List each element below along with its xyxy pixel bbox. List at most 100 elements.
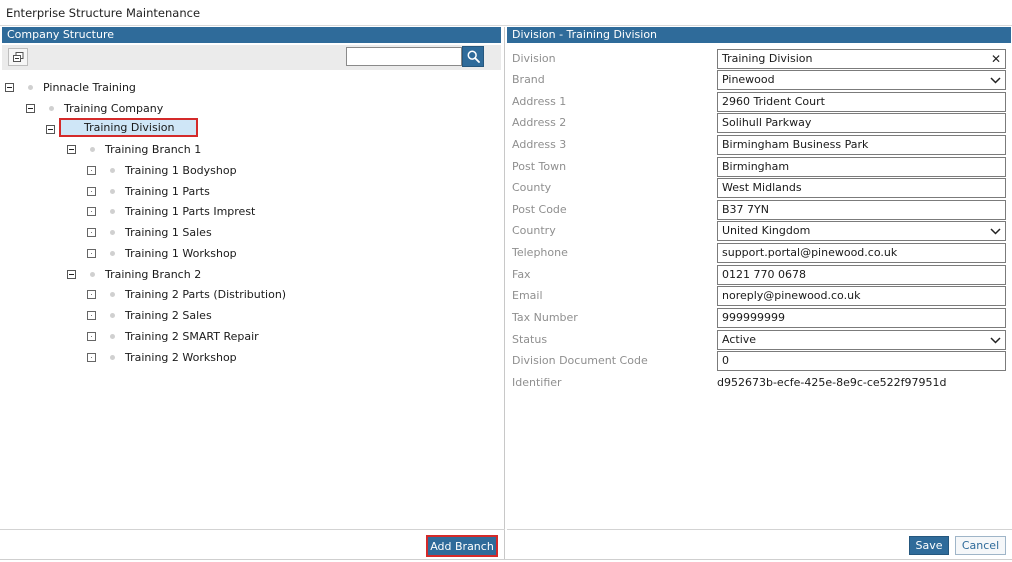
email-field[interactable]: noreply@pinewood.co.uk	[717, 286, 1006, 306]
tree-search-button[interactable]	[462, 46, 484, 67]
title-divider	[0, 25, 1012, 26]
form-row-brand: Brand Pinewood	[507, 70, 1007, 91]
form-row-post-code: Post Code B37 7YN	[507, 200, 1007, 221]
tree-connector-icon	[110, 229, 115, 235]
tree-node-training-1-parts[interactable]: Training 1 Parts	[87, 181, 210, 201]
status-select[interactable]: Active	[717, 330, 1006, 350]
tree-node-training-1-workshop[interactable]: Training 1 Workshop	[87, 243, 237, 263]
tree-node-training-2-sales[interactable]: Training 2 Sales	[87, 305, 212, 325]
tree-connector-icon	[49, 105, 54, 111]
tree-node-label: Training 1 Parts Imprest	[125, 204, 256, 218]
tree-search-input[interactable]	[346, 47, 462, 66]
tree-connector-icon	[110, 312, 115, 318]
county-field[interactable]: West Midlands	[717, 178, 1006, 198]
leaf-node-icon	[87, 186, 96, 196]
tree-connector-icon	[110, 167, 115, 173]
company-structure-pane: Company Structure Pinnacle Training Trai…	[0, 27, 505, 560]
left-footer: Add Branch	[0, 529, 505, 560]
leaf-node-icon	[87, 165, 96, 175]
tree-node-pinnacle-training[interactable]: Pinnacle Training	[5, 77, 136, 97]
tree-connector-icon	[110, 250, 115, 256]
county-label: County	[512, 181, 552, 194]
collapse-node-icon[interactable]	[67, 144, 76, 154]
address-1-label: Address 1	[512, 95, 567, 108]
collapse-node-icon[interactable]	[67, 269, 76, 279]
form-row-division-document-code: Division Document Code 0	[507, 351, 1007, 372]
leaf-node-icon	[87, 331, 96, 341]
collapse-all-button[interactable]	[8, 48, 28, 66]
tree-node-training-2-parts-distribution[interactable]: Training 2 Parts (Distribution)	[87, 284, 286, 304]
tree-connector-icon	[110, 208, 115, 214]
tax-number-label: Tax Number	[512, 311, 578, 324]
address-3-label: Address 3	[512, 138, 567, 151]
address-2-label: Address 2	[512, 116, 567, 129]
form-row-status: Status Active	[507, 330, 1007, 351]
tree-node-label: Training Branch 1	[105, 142, 202, 156]
collapse-node-icon[interactable]	[46, 124, 55, 134]
cancel-button[interactable]: Cancel	[955, 536, 1006, 555]
brand-select[interactable]: Pinewood	[717, 70, 1006, 90]
tree-node-training-1-bodyshop[interactable]: Training 1 Bodyshop	[87, 160, 237, 180]
leaf-node-icon	[87, 310, 96, 320]
form-row-identifier: Identifier d952673b-ecfe-425e-8e9c-ce522…	[507, 373, 1007, 394]
tree-connector-icon	[90, 146, 95, 152]
search-icon	[467, 50, 480, 63]
form-row-telephone: Telephone support.portal@pinewood.co.uk	[507, 243, 1007, 264]
selected-tree-node-label[interactable]: Training Division	[59, 118, 199, 137]
address-3-field[interactable]: Birmingham Business Park	[717, 135, 1006, 155]
collapse-node-icon[interactable]	[26, 103, 35, 113]
leaf-node-icon	[87, 289, 96, 299]
form-row-fax: Fax 0121 770 0678	[507, 265, 1007, 286]
tree-node-label: Training 1 Parts	[125, 184, 210, 198]
division-document-code-field[interactable]: 0	[717, 351, 1006, 371]
form-row-email: Email noreply@pinewood.co.uk	[507, 286, 1007, 307]
leaf-node-icon	[87, 227, 96, 237]
tree-node-training-2-smart-repair[interactable]: Training 2 SMART Repair	[87, 326, 259, 346]
address-1-field[interactable]: 2960 Trident Court	[717, 92, 1006, 112]
tree-node-label: Training Branch 2	[105, 267, 202, 281]
bottom-divider	[0, 559, 1012, 560]
tree-node-training-branch-1[interactable]: Training Branch 1	[67, 139, 201, 159]
division-field[interactable]: Training Division ✕	[717, 49, 1006, 69]
tree-connector-icon	[110, 354, 115, 360]
chevron-down-icon[interactable]	[990, 332, 1001, 348]
tree-connector-icon	[110, 333, 115, 339]
division-details-pane: Division - Training Division Division Tr…	[507, 27, 1012, 560]
tree-node-label: Pinnacle Training	[43, 80, 136, 94]
fax-field[interactable]: 0121 770 0678	[717, 265, 1006, 285]
tree-node-training-branch-2[interactable]: Training Branch 2	[67, 264, 201, 284]
tax-number-field[interactable]: 999999999	[717, 308, 1006, 328]
add-branch-button[interactable]: Add Branch	[426, 535, 498, 557]
tree-node-label: Training Company	[64, 101, 164, 115]
email-label: Email	[512, 289, 543, 302]
leaf-node-icon	[87, 248, 96, 258]
chevron-down-icon[interactable]	[990, 223, 1001, 239]
division-value: Training Division	[722, 52, 813, 65]
chevron-down-icon[interactable]	[990, 72, 1001, 88]
address-2-field[interactable]: Solihull Parkway	[717, 113, 1006, 133]
tree-connector-icon	[110, 291, 115, 297]
brand-value: Pinewood	[722, 73, 775, 86]
tree-node-label: Training 2 Parts (Distribution)	[125, 287, 287, 301]
post-town-field[interactable]: Birmingham	[717, 157, 1006, 177]
post-code-field[interactable]: B37 7YN	[717, 200, 1006, 220]
tree-node-training-2-workshop[interactable]: Training 2 Workshop	[87, 347, 237, 367]
form-row-division: Division Training Division ✕	[507, 49, 1007, 70]
tree-connector-icon	[110, 188, 115, 194]
collapse-all-icon	[12, 51, 23, 62]
telephone-field[interactable]: support.portal@pinewood.co.uk	[717, 243, 1006, 263]
tree-node-training-1-parts-imprest[interactable]: Training 1 Parts Imprest	[87, 201, 255, 221]
tree-node-training-division[interactable]	[46, 119, 55, 139]
tree-toolbar	[2, 45, 501, 70]
identifier-value: d952673b-ecfe-425e-8e9c-ce522f97951d	[717, 376, 947, 389]
country-select[interactable]: United Kingdom	[717, 221, 1006, 241]
clear-icon[interactable]: ✕	[991, 51, 1001, 67]
status-value: Active	[722, 333, 757, 346]
tree-node-training-company[interactable]: Training Company	[26, 98, 163, 118]
tree-node-training-1-sales[interactable]: Training 1 Sales	[87, 222, 212, 242]
collapse-node-icon[interactable]	[5, 82, 14, 92]
form-row-county: County West Midlands	[507, 178, 1007, 199]
save-button[interactable]: Save	[909, 536, 949, 555]
form-row-address-1: Address 1 2960 Trident Court	[507, 92, 1007, 113]
tree-node-label: Training 2 SMART Repair	[125, 329, 259, 343]
